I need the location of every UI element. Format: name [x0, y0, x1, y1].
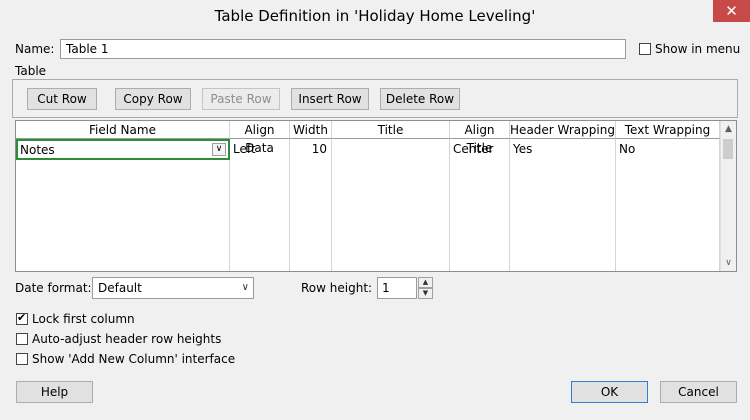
ok-button[interactable]: OK [571, 381, 648, 403]
cell-width[interactable]: 10 [290, 139, 332, 271]
table-group-label: Table [15, 64, 47, 78]
cancel-button[interactable]: Cancel [660, 381, 737, 403]
increment-icon[interactable]: ▲ [418, 277, 433, 288]
field-name-value: Notes [20, 143, 55, 157]
show-in-menu-checkbox[interactable] [639, 43, 651, 55]
decrement-icon[interactable]: ▼ [418, 288, 433, 299]
paste-row-button[interactable]: Paste Row [202, 88, 280, 110]
auto-adjust-checkbox[interactable] [16, 333, 28, 345]
header-width[interactable]: Width [290, 121, 332, 139]
chevron-down-icon: ∨ [215, 144, 223, 154]
row-height-input[interactable]: 1 [377, 277, 417, 299]
lock-first-column-checkbox[interactable] [16, 311, 28, 325]
cell-align-data[interactable]: Left [230, 139, 290, 271]
header-align-title[interactable]: Align Title [450, 121, 510, 155]
scroll-down-icon[interactable]: ∨ [721, 255, 736, 271]
cell-header-wrapping-value: Yes [513, 142, 533, 156]
auto-adjust-label: Auto-adjust header row heights [32, 332, 222, 346]
name-input[interactable] [60, 39, 626, 59]
header-text-wrapping[interactable]: Text Wrapping [616, 121, 720, 139]
show-add-new-column-label: Show 'Add New Column' interface [32, 352, 236, 366]
lock-first-column-label: Lock first column [32, 312, 135, 326]
show-in-menu-label: Show in menu [655, 42, 741, 56]
row-height-label: Row height: [301, 281, 373, 295]
delete-row-button[interactable]: Delete Row [380, 88, 460, 110]
header-align-data[interactable]: Align Data [230, 121, 290, 155]
field-name-dropdown-button[interactable]: ∨ [212, 143, 226, 156]
field-grid: Field Name Align Data Width Title Align … [15, 120, 737, 272]
close-button[interactable]: ✕ [713, 0, 750, 22]
show-add-new-column-checkbox[interactable] [16, 353, 28, 365]
chevron-down-icon: ∨ [241, 282, 249, 293]
insert-row-button[interactable]: Insert Row [291, 88, 369, 110]
cell-text-wrapping[interactable]: No [616, 139, 720, 271]
title-bar: Table Definition in 'Holiday Home Leveli… [0, 0, 750, 32]
date-format-value: Default [98, 281, 142, 295]
close-icon: ✕ [725, 2, 738, 20]
cell-title[interactable] [332, 139, 450, 271]
cell-align-data-value: Left [233, 142, 256, 156]
table-toolbar: Cut Row Copy Row Paste Row Insert Row De… [12, 79, 738, 118]
scroll-up-icon[interactable]: ▲ [721, 121, 736, 137]
row-height-stepper[interactable]: ▲ ▼ [418, 277, 433, 299]
header-header-wrapping[interactable]: Header Wrapping [510, 121, 616, 139]
date-format-label: Date format: [15, 281, 92, 295]
header-field-name[interactable]: Field Name [16, 121, 230, 139]
table-definition-dialog: Table Definition in 'Holiday Home Leveli… [0, 0, 750, 420]
date-format-select[interactable]: Default ∨ [92, 277, 254, 299]
header-title[interactable]: Title [332, 121, 450, 139]
scroll-thumb[interactable] [723, 139, 733, 159]
cell-align-title[interactable]: Center [450, 139, 510, 271]
copy-row-button[interactable]: Copy Row [115, 88, 191, 110]
cell-text-wrapping-value: No [619, 142, 636, 156]
cut-row-button[interactable]: Cut Row [27, 88, 97, 110]
field-name-editor[interactable]: Notes ∨ [16, 139, 230, 160]
name-label: Name: [15, 42, 55, 56]
cell-header-wrapping[interactable]: Yes [510, 139, 616, 271]
grid-vertical-scrollbar[interactable]: ▲ ∨ [720, 121, 736, 271]
dialog-title: Table Definition in 'Holiday Home Leveli… [214, 7, 536, 25]
cell-width-value: 10 [311, 142, 327, 156]
help-button[interactable]: Help [16, 381, 93, 403]
cell-align-title-value: Center [453, 142, 494, 156]
